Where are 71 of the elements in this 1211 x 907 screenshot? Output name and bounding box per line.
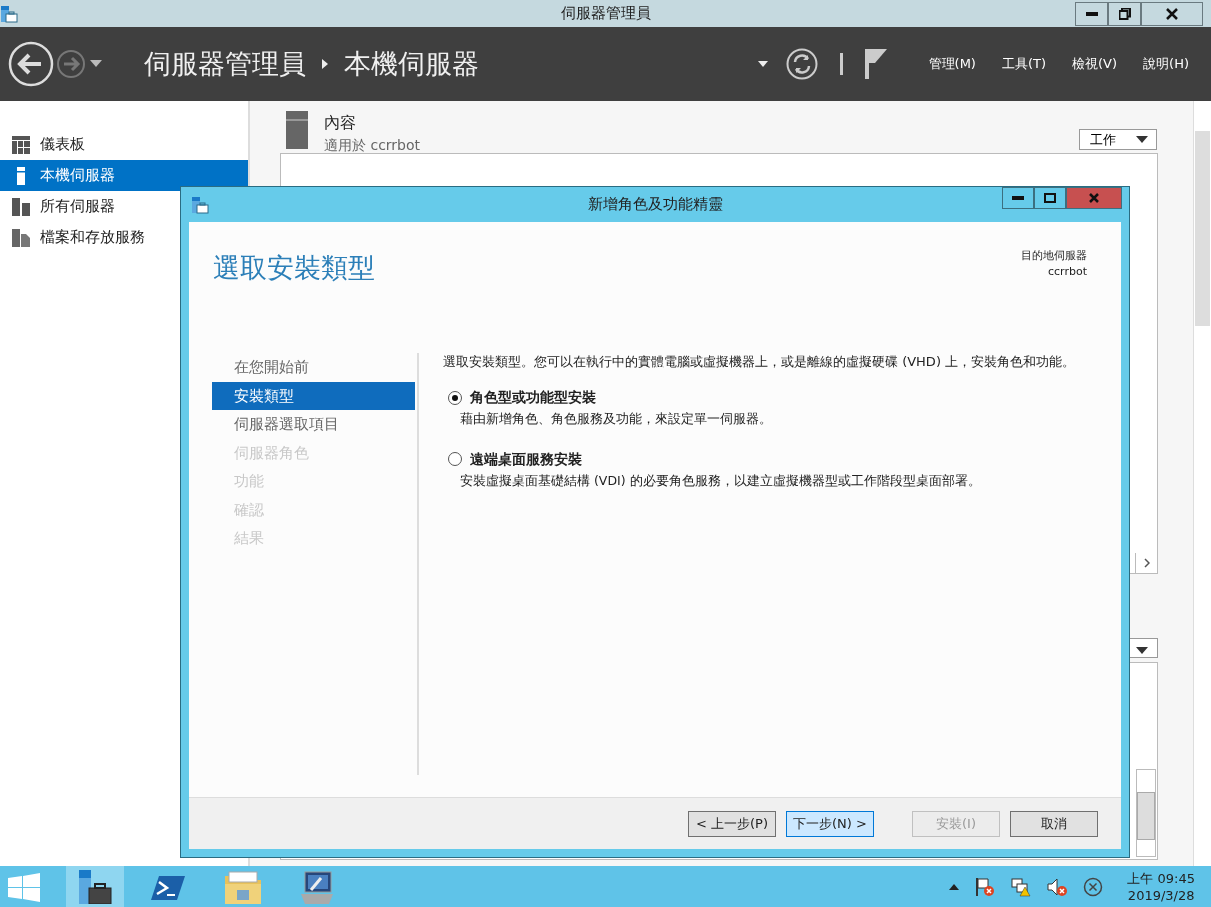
- close-circle-icon[interactable]: [1083, 876, 1104, 897]
- refresh-icon[interactable]: [785, 48, 818, 80]
- option-description: 藉由新增角色、角色服務及功能，來設定單一伺服器。: [459, 410, 773, 428]
- flag-icon[interactable]: [864, 49, 887, 79]
- sidebar-item[interactable]: 本機伺服器: [0, 160, 248, 191]
- section-subtitle: 適用於 ccrrbot: [324, 136, 421, 155]
- clock-date[interactable]: 2019/3/28: [1127, 886, 1195, 904]
- destination-server: ccrrbot: [1047, 264, 1087, 280]
- minimize-button[interactable]: [1002, 187, 1034, 209]
- breadcrumb-item[interactable]: 伺服器管理員: [144, 43, 306, 85]
- radio-button[interactable]: [448, 390, 462, 405]
- chevron-icon: [322, 59, 328, 69]
- section-title: 內容: [324, 112, 357, 134]
- maximize-button[interactable]: [1034, 187, 1066, 209]
- close-button[interactable]: [1141, 1, 1203, 26]
- sidebar-item[interactable]: 儀表板: [0, 129, 248, 160]
- radio-option[interactable]: 角色型或功能型安裝: [443, 387, 1091, 408]
- maximize-icon: [1044, 193, 1056, 203]
- dashboard-icon: [12, 135, 30, 154]
- sidebar-item[interactable]: 所有伺服器: [0, 191, 248, 222]
- dropdown-icon[interactable]: [757, 61, 768, 67]
- taskbar-app[interactable]: [66, 866, 124, 907]
- clock-time[interactable]: 上午 09:45: [1127, 869, 1195, 887]
- menu-item[interactable]: 管理(M): [922, 54, 982, 74]
- folder-icon: [225, 869, 261, 904]
- menu-item[interactable]: 說明(H): [1137, 54, 1195, 74]
- network-icon[interactable]: [1011, 876, 1032, 897]
- page-heading: 選取安裝類型: [213, 251, 375, 285]
- tasks-dropdown[interactable]: 工作: [1079, 129, 1157, 150]
- back-icon[interactable]: [8, 41, 54, 87]
- wizard-button[interactable]: 取消: [1010, 810, 1098, 837]
- servers-icon: [12, 197, 30, 216]
- minimize-icon: [1085, 11, 1098, 16]
- chevron-up-icon[interactable]: [949, 883, 960, 890]
- dropdown-icon[interactable]: [90, 60, 102, 68]
- minimize-button[interactable]: [1075, 1, 1108, 26]
- window-title: 伺服器管理員: [560, 3, 651, 24]
- sidebar-item[interactable]: 檔案和存放服務: [0, 222, 248, 253]
- flag-icon[interactable]: [975, 876, 996, 897]
- separator-icon: [839, 53, 843, 75]
- menu-item[interactable]: 工具(T): [995, 54, 1053, 74]
- scrollbar[interactable]: [1193, 101, 1211, 866]
- wizard-step[interactable]: 伺服器選取項目: [212, 410, 415, 439]
- close-icon: [1089, 193, 1099, 203]
- restore-button[interactable]: [1108, 1, 1141, 26]
- server-icon: [286, 111, 308, 149]
- wizard-step[interactable]: 安裝類型: [212, 381, 415, 410]
- close-icon: [1166, 7, 1178, 20]
- destination-label: 目的地伺服器: [1021, 248, 1087, 264]
- breadcrumb-item[interactable]: 本機伺服器: [344, 43, 479, 85]
- app-icon: [0, 4, 18, 23]
- computer-icon: [299, 869, 335, 904]
- app-icon: [191, 195, 209, 214]
- wizard-step[interactable]: 在您開始前: [212, 353, 415, 382]
- file-server-icon: [12, 228, 30, 247]
- radio-option[interactable]: 遠端桌面服務安裝: [443, 448, 1091, 470]
- dropdown-icon: [1136, 136, 1148, 143]
- scrollbar[interactable]: [1136, 769, 1156, 857]
- dropdown-icon: [1136, 646, 1148, 654]
- server-manager-icon: [77, 869, 113, 904]
- chevron-right-icon: [1144, 558, 1150, 568]
- description-text: 選取安裝類型。您可以在執行中的實體電腦或虛擬機器上，或是離線的虛擬硬碟 (VHD) 上，安裝角色和功能。: [443, 353, 1077, 371]
- option-description: 安裝虛擬桌面基礎結構 (VDI) 的必要角色服務，以建立虛擬機器型或工作階段型桌面部署。: [459, 471, 982, 490]
- restore-icon: [1118, 7, 1131, 20]
- menu-item[interactable]: 檢視(V): [1066, 54, 1124, 74]
- speaker-muted-icon[interactable]: [1047, 876, 1068, 897]
- wizard-button[interactable]: < 上一步(P): [688, 810, 776, 837]
- dialog-title: 新增角色及功能精靈: [587, 194, 723, 216]
- wizard-button[interactable]: 下一步(N) >: [786, 810, 874, 837]
- minimize-icon: [1012, 196, 1024, 200]
- radio-button[interactable]: [448, 452, 462, 467]
